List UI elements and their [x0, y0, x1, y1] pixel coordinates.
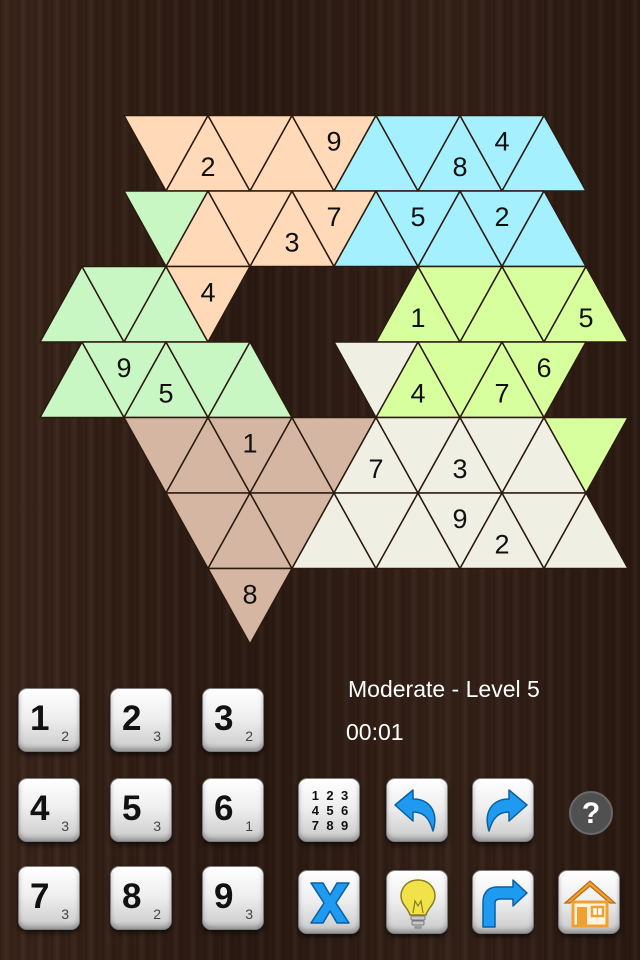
clue-digit: 8	[452, 152, 467, 182]
remaining-count: 3	[245, 906, 253, 922]
clue-digit: 9	[452, 504, 467, 534]
digit-5-button[interactable]: 5 3	[110, 778, 172, 842]
restart-icon	[482, 879, 528, 928]
candidates-icon: 1 2 3 4 5 6 7 8 9	[308, 788, 352, 833]
clue-digit: 3	[284, 227, 299, 257]
digit-8-button[interactable]: 8 2	[110, 866, 172, 930]
remaining-count: 3	[153, 728, 161, 744]
clue-digit: 2	[200, 152, 215, 182]
candidate-digit: 9	[341, 818, 349, 833]
digit-label: 5	[122, 789, 142, 828]
digit-label: 8	[122, 877, 142, 916]
home-button[interactable]	[558, 870, 620, 934]
undo-button[interactable]	[386, 778, 448, 842]
redo-button[interactable]	[472, 778, 534, 842]
clue-digit: 6	[536, 353, 551, 383]
clue-digit: 7	[326, 202, 341, 232]
remaining-count: 3	[61, 906, 69, 922]
digit-label: 7	[30, 877, 50, 916]
clue-digit: 7	[368, 454, 383, 484]
home-icon	[563, 880, 617, 928]
remaining-count: 2	[153, 906, 161, 922]
clue-digit: 7	[494, 378, 509, 408]
digit-label: 4	[30, 789, 50, 828]
digit-2-button[interactable]: 2 3	[110, 688, 172, 752]
clue-digit: 4	[410, 378, 425, 408]
digit-label: 1	[30, 699, 50, 738]
candidate-digit: 2	[326, 788, 334, 803]
hint-button[interactable]	[386, 870, 448, 934]
remaining-count: 2	[61, 728, 69, 744]
candidate-digit: 5	[326, 803, 334, 818]
clue-digit: 5	[158, 378, 173, 408]
clue-digit: 2	[494, 202, 509, 232]
candidate-digit: 1	[311, 788, 319, 803]
svg-text:?: ?	[582, 797, 600, 830]
digit-3-button[interactable]: 3 2	[202, 688, 264, 752]
clue-digit: 1	[410, 303, 425, 333]
clue-digit: 8	[242, 580, 257, 610]
clue-digit: 1	[242, 429, 257, 459]
digit-6-button[interactable]: 6 1	[202, 778, 264, 842]
candidate-digit: 4	[311, 803, 319, 818]
puzzle-board: 298437 5 241 595 4 7617 3928	[39, 114, 629, 645]
clue-digit: 3	[452, 454, 467, 484]
candidates-button[interactable]: 1 2 3 4 5 6 7 8 9	[298, 778, 360, 842]
digit-7-button[interactable]: 7 3	[18, 866, 80, 930]
clue-digit: 9	[116, 353, 131, 383]
clue-digit: 4	[494, 127, 509, 157]
digit-label: 6	[214, 789, 234, 828]
candidate-digit: 7	[311, 818, 319, 833]
digit-4-button[interactable]: 4 3	[18, 778, 80, 842]
hint-icon	[400, 879, 436, 929]
remaining-count: 1	[245, 818, 253, 834]
digit-1-button[interactable]: 1 2	[18, 688, 80, 752]
clue-digit: 4	[200, 278, 215, 308]
clue-digit: 5	[410, 202, 425, 232]
digit-9-button[interactable]: 9 3	[202, 866, 264, 930]
candidate-digit: 6	[341, 803, 349, 818]
clue-digit: 9	[326, 127, 341, 157]
help-icon[interactable]: ?	[568, 790, 614, 836]
digit-label: 9	[214, 877, 234, 916]
restart-button[interactable]	[472, 870, 534, 934]
remaining-count: 3	[61, 818, 69, 834]
clue-digit: 5	[578, 303, 593, 333]
timer: 00:01	[346, 719, 404, 745]
clue-digit: 2	[494, 529, 509, 559]
digit-label: 2	[122, 699, 142, 738]
remaining-count: 3	[153, 818, 161, 834]
erase-icon	[310, 882, 350, 924]
remaining-count: 2	[245, 728, 253, 744]
undo-icon	[394, 789, 436, 832]
candidate-digit: 8	[326, 818, 334, 833]
digit-label: 3	[214, 699, 234, 738]
erase-button[interactable]	[298, 870, 360, 934]
redo-icon	[486, 789, 528, 832]
difficulty-label: Moderate - Level 5	[348, 676, 540, 702]
candidate-digit: 3	[341, 788, 349, 803]
